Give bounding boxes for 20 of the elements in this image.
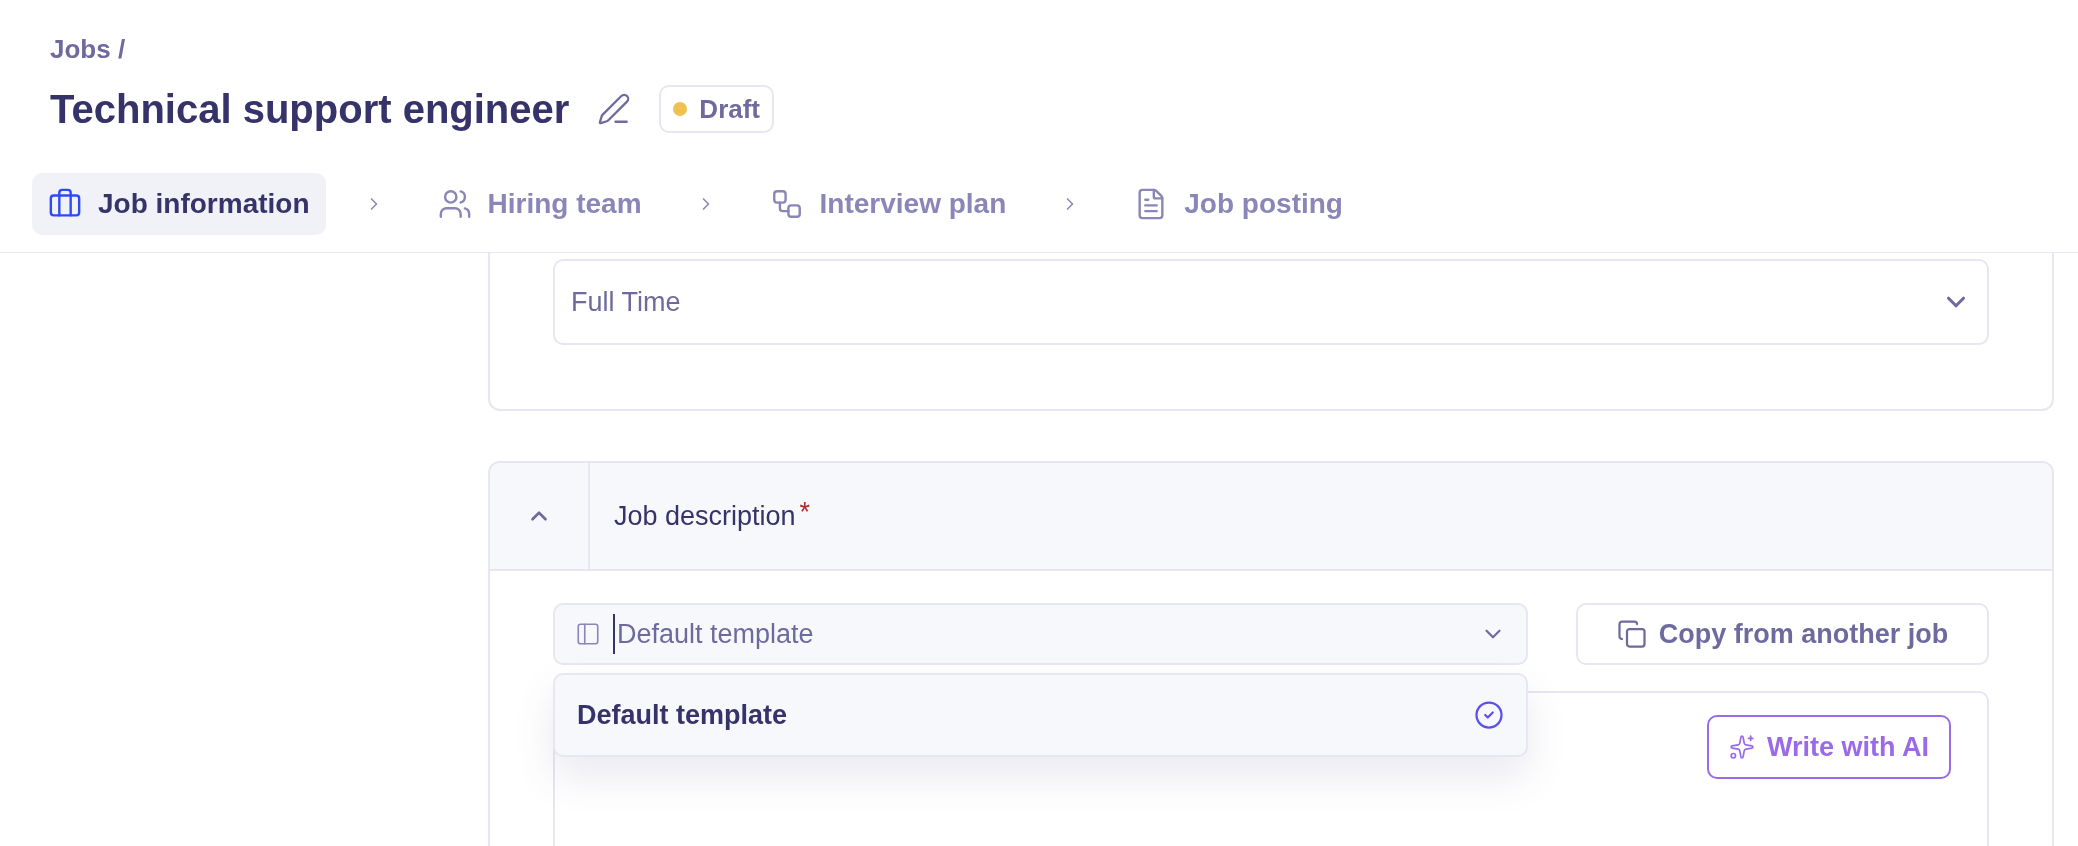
step-tab[interactable]: Job information (32, 173, 326, 235)
copy-button[interactable]: Copy from another job (1576, 603, 1989, 665)
employment-type-select[interactable]: Full Time (553, 259, 1989, 345)
check-icon (1474, 700, 1504, 730)
status-label: Draft (699, 92, 761, 126)
panel-icon (575, 621, 601, 647)
section-title: Job description (614, 499, 796, 533)
sparkle-icon (1729, 734, 1755, 760)
step-tab[interactable]: Job posting (1118, 173, 1359, 235)
write-with-ai-button[interactable]: Write with AI (1707, 715, 1951, 779)
copy-icon (1616, 619, 1647, 649)
step-tab[interactable]: Interview plan (753, 173, 1023, 235)
people-icon (437, 187, 472, 221)
page-title: Technical support engineer (50, 86, 570, 133)
template-select[interactable]: Default template (553, 603, 1528, 665)
dropdown-option[interactable]: Default template (555, 675, 1526, 755)
edit-icon[interactable] (597, 92, 632, 126)
required-asterisk: * (799, 495, 811, 529)
step-tab[interactable]: Hiring team (421, 173, 658, 235)
breadcrumb-link[interactable]: Jobs / (50, 34, 126, 64)
